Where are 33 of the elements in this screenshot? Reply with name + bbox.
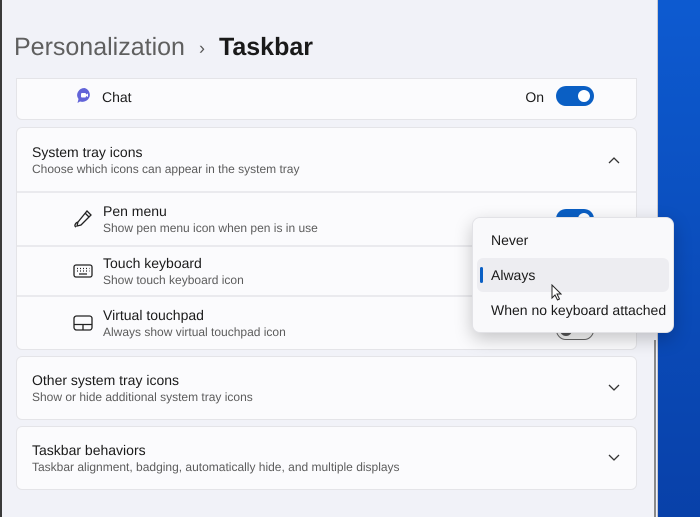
chevron-down-icon[interactable]	[608, 454, 620, 462]
scrollbar[interactable]	[654, 340, 656, 517]
settings-card[interactable]: Taskbar behaviors Taskbar alignment, badging, automatically hide, and multiple displays	[16, 426, 637, 490]
settings-card[interactable]: Other system tray icons Show or hide additional system tray icons	[16, 356, 637, 420]
dropdown-option[interactable]: Never	[477, 223, 669, 257]
section-description: Choose which icons can appear in the system tray	[32, 160, 300, 176]
chevron-up-icon[interactable]	[608, 156, 620, 164]
section-description: Show or hide additional system tray icons	[32, 389, 253, 405]
touchpad-icon	[73, 315, 93, 331]
setting-label: Touch keyboard	[103, 254, 202, 272]
section-title: Taskbar behaviors	[32, 441, 146, 459]
page-title: Taskbar	[218, 32, 313, 64]
setting-description: Show touch keyboard icon	[103, 272, 244, 288]
setting-label: Virtual touchpad	[103, 306, 204, 324]
breadcrumb-separator: ›	[198, 36, 205, 60]
toggle-switch[interactable]	[556, 86, 594, 106]
section-description: Taskbar alignment, badging, automatically hide, and multiple displays	[32, 459, 400, 475]
chevron-down-icon[interactable]	[608, 384, 620, 392]
section-title: System tray icons	[32, 142, 142, 160]
setting-label: Chat	[102, 88, 132, 107]
dropdown-option[interactable]: When no keyboard attached	[477, 293, 669, 327]
keyboard-icon	[73, 264, 93, 278]
dropdown-menu[interactable]: Never Always When no keyboard attached	[472, 217, 674, 333]
toggle-status: On	[525, 88, 544, 107]
setting-description: Always show virtual touchpad icon	[103, 324, 286, 340]
dropdown-option[interactable]: Always	[477, 258, 669, 292]
section-title: Other system tray icons	[32, 371, 180, 389]
chat-icon	[76, 87, 93, 104]
setting-label: Pen menu	[103, 202, 167, 220]
cursor-icon	[551, 284, 562, 301]
setting-description: Show pen menu icon when pen is in use	[103, 220, 318, 236]
pen-icon	[73, 209, 93, 229]
breadcrumb-parent[interactable]: Personalization	[14, 29, 185, 67]
